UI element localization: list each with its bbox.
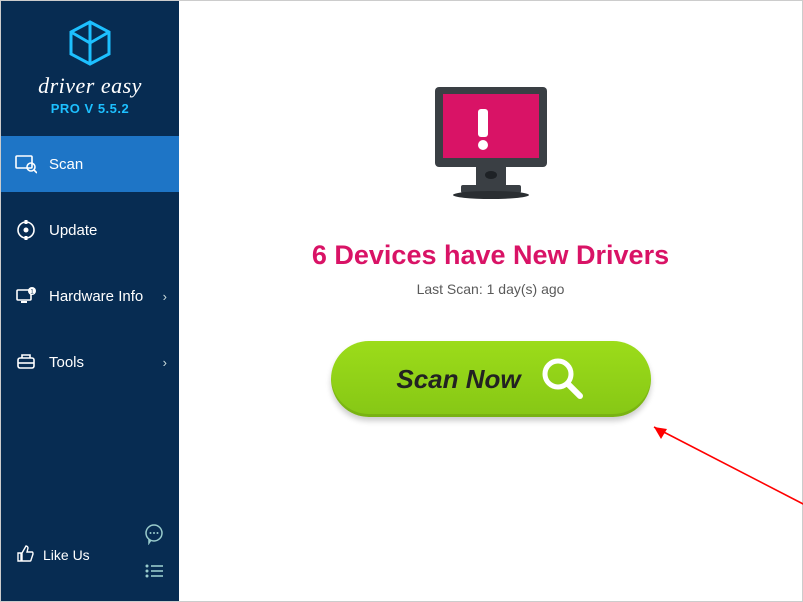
annotation-arrow-icon — [639, 417, 803, 517]
last-scan-text: Last Scan: 1 day(s) ago — [417, 281, 565, 297]
like-us-button[interactable]: Like Us — [15, 544, 90, 567]
brand-logo-icon — [66, 19, 114, 67]
main-content: 6 Devices have New Drivers Last Scan: 1 … — [179, 1, 802, 601]
feedback-icon[interactable] — [143, 523, 165, 550]
tools-icon — [15, 351, 37, 373]
sidebar-nav: Scan Update 1 Hardware Info › Tools — [1, 136, 179, 400]
nav-item-tools[interactable]: Tools › — [1, 334, 179, 390]
chevron-right-icon: › — [163, 289, 167, 304]
nav-label: Tools — [49, 354, 84, 371]
nav-label: Scan — [49, 156, 83, 173]
sidebar: driver easy PRO V 5.5.2 Scan Update 1 — [1, 1, 179, 601]
nav-item-scan[interactable]: Scan — [1, 136, 179, 192]
logo-block: driver easy PRO V 5.5.2 — [1, 1, 179, 130]
nav-item-update[interactable]: Update — [1, 202, 179, 258]
brand-name: driver easy — [1, 73, 179, 99]
thumbs-up-icon — [15, 544, 35, 567]
chevron-right-icon: › — [163, 355, 167, 370]
magnifier-icon — [539, 355, 585, 404]
scan-now-button[interactable]: Scan Now — [331, 341, 651, 417]
update-icon — [15, 219, 37, 241]
nav-label: Update — [49, 222, 97, 239]
status-headline: 6 Devices have New Drivers — [312, 240, 669, 271]
scan-now-label: Scan Now — [396, 364, 520, 395]
sidebar-footer: Like Us — [1, 513, 179, 601]
scan-icon — [15, 153, 37, 175]
alert-monitor-icon — [421, 81, 561, 216]
app-window: — ✕ driver easy PRO V 5.5.2 Scan — [0, 0, 803, 602]
sidebar-utility-icons — [143, 523, 165, 587]
nav-item-hardware[interactable]: 1 Hardware Info › — [1, 268, 179, 324]
brand-version: PRO V 5.5.2 — [1, 101, 179, 116]
menu-icon[interactable] — [143, 560, 165, 587]
like-us-label: Like Us — [43, 547, 90, 563]
hardware-info-icon: 1 — [15, 285, 37, 307]
nav-label: Hardware Info — [49, 288, 143, 305]
